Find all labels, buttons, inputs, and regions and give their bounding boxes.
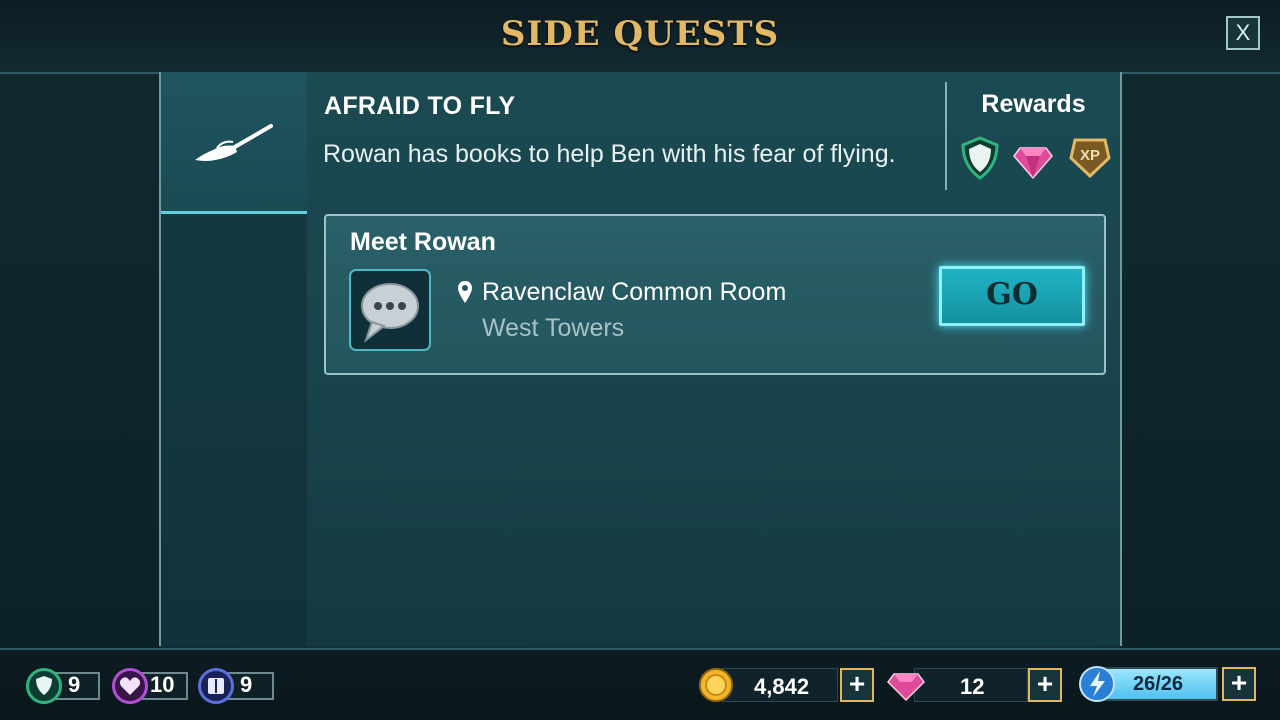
xp-badge-icon: XP: [1069, 138, 1111, 179]
location-name: Ravenclaw Common Room: [482, 278, 787, 306]
close-button[interactable]: X: [1226, 16, 1260, 50]
gems-value: 12: [960, 674, 985, 699]
quest-tab-afraid-to-fly[interactable]: [161, 72, 307, 214]
empathy-heart-icon: [112, 668, 148, 704]
knowledge-book-icon: [198, 668, 234, 704]
energy-bar: 26/26: [1098, 667, 1218, 701]
go-button[interactable]: GO: [939, 266, 1085, 326]
coins-counter: 4,842 +: [698, 668, 878, 702]
courage-stat[interactable]: 9: [26, 668, 102, 704]
gems-counter: 12 +: [886, 668, 1066, 702]
courage-value: 9: [68, 672, 81, 697]
knowledge-value: 9: [240, 672, 253, 697]
shield-icon: [961, 136, 999, 180]
broom-icon: [195, 124, 273, 161]
page-title: SIDE QUESTS: [500, 14, 780, 54]
energy-value: 26/26: [1132, 673, 1184, 695]
empathy-stat[interactable]: 10: [112, 668, 190, 704]
add-gems-button[interactable]: +: [1028, 668, 1062, 702]
coins-value: 4,842: [754, 674, 810, 699]
gem-currency-icon: [887, 673, 925, 702]
speech-bubble-icon: [349, 269, 431, 351]
location-pin-icon: [458, 281, 472, 303]
objective-card: Meet Rowan Ravenclaw Common Room West To…: [324, 214, 1106, 375]
energy-bolt-icon: [1079, 666, 1115, 702]
header-bar: SIDE QUESTS X: [0, 0, 1280, 74]
rewards-label: Rewards: [981, 90, 1086, 118]
left-background-wing: [0, 74, 160, 648]
empathy-value: 10: [150, 672, 175, 697]
xp-label: XP: [1080, 147, 1100, 164]
location-area: West Towers: [482, 314, 625, 342]
add-energy-button[interactable]: +: [1222, 667, 1256, 701]
gem-icon: [1013, 147, 1053, 180]
quest-title: AFRAID TO FLY: [324, 92, 516, 120]
right-background-wing: [1120, 74, 1280, 648]
quest-description: Rowan has books to help Ben with his fea…: [323, 140, 896, 168]
courage-shield-icon: [26, 668, 62, 704]
knowledge-stat[interactable]: 9: [198, 668, 276, 704]
coin-icon: [699, 668, 733, 702]
rewards-divider: [945, 82, 947, 190]
quest-panel: AFRAID TO FLY Rowan has books to help Be…: [159, 72, 1122, 646]
objective-title: Meet Rowan: [350, 228, 496, 256]
quest-list: [161, 72, 307, 646]
add-coins-button[interactable]: +: [840, 668, 874, 702]
